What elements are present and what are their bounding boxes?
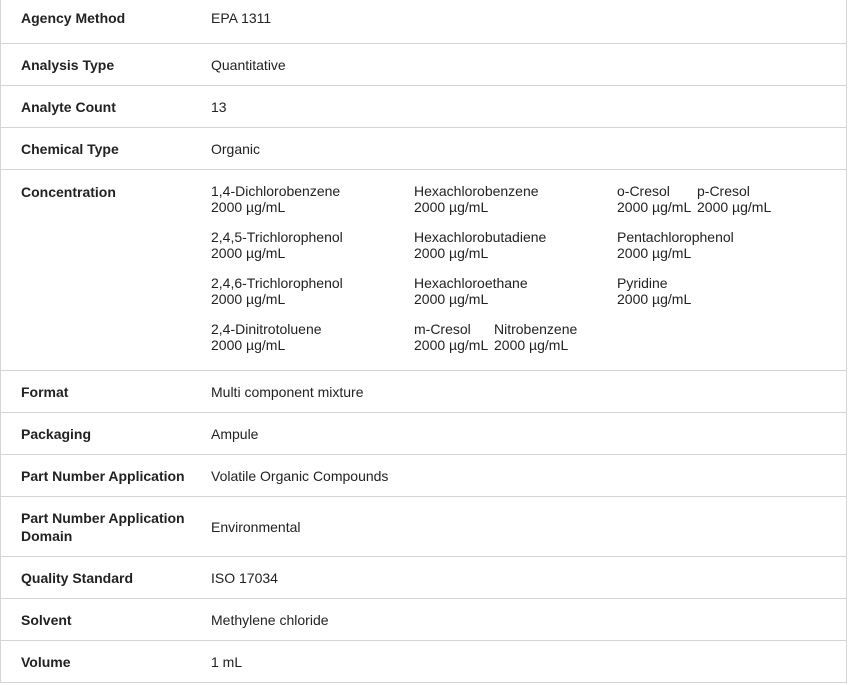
analyte-name: 2,4,6-Trichlorophenol <box>211 275 343 291</box>
analyte-item: Pentachlorophenol 2000 µg/mL <box>617 229 734 261</box>
spec-label: Concentration <box>21 184 116 200</box>
analyte-amount: 2000 µg/mL <box>617 291 692 307</box>
spec-label: Part Number Application <box>21 467 185 484</box>
analyte-name: Pyridine <box>617 275 668 291</box>
spec-value: ISO 17034 <box>211 569 278 586</box>
spec-value: Methylene chloride <box>211 611 329 628</box>
analyte-name: o-Cresol <box>617 183 670 199</box>
analyte-amount: 2000 µg/mL <box>617 199 692 215</box>
analyte-amount: 2000 µg/mL <box>617 245 692 261</box>
analyte-item: Hexachlorobenzene 2000 µg/mL <box>414 183 539 215</box>
analyte-name: 1,4-Dichlorobenzene <box>211 183 341 199</box>
analyte-item: Pyridine 2000 µg/mL <box>617 275 691 307</box>
analyte-amount: 2000 µg/mL <box>211 245 286 261</box>
analyte-amount: 2000 µg/mL <box>414 337 489 353</box>
spec-row-packaging: Packaging Ampule <box>1 412 846 454</box>
analyte-item: 2,4,6-Trichlorophenol 2000 µg/mL <box>211 275 343 307</box>
spec-value: EPA 1311 <box>211 10 272 26</box>
analyte-item: 2,4,5-Trichlorophenol 2000 µg/mL <box>211 229 343 261</box>
spec-label: Analysis Type <box>21 56 115 73</box>
specifications-table: Agency Method EPA 1311 Analysis Type Qua… <box>0 0 847 683</box>
spec-value: Ampule <box>211 425 259 442</box>
spec-label: Quality Standard <box>21 569 134 586</box>
spec-row-concentration: Concentration 1,4-Dichlorobenzene 2000 µg… <box>1 169 846 370</box>
spec-value: Volatile Organic Compounds <box>211 467 389 484</box>
spec-value: Organic <box>211 140 261 157</box>
analyte-amount: 2000 µg/mL <box>211 291 286 307</box>
analyte-amount: 2000 µg/mL <box>414 245 489 261</box>
analyte-name: Hexachloroethane <box>414 275 528 291</box>
spec-value: Quantitative <box>211 56 286 73</box>
spec-row-chemical-type: Chemical Type Organic <box>1 127 846 169</box>
spec-row-part-number-application: Part Number Application Volatile Organic… <box>1 454 846 496</box>
analyte-amount: 2000 µg/mL <box>414 199 489 215</box>
spec-value: Multi component mixture <box>211 383 364 400</box>
analyte-item: Hexachloroethane 2000 µg/mL <box>414 275 528 307</box>
spec-value: 1 mL <box>211 653 243 670</box>
analyte-item: p-Cresol 2000 µg/mL <box>697 183 771 215</box>
analyte-name: Hexachlorobenzene <box>414 183 539 199</box>
analyte-item: m-Cresol 2000 µg/mL <box>414 321 488 353</box>
analyte-name: Nitrobenzene <box>494 321 578 337</box>
analyte-item: 2,4-Dinitrotoluene 2000 µg/mL <box>211 321 322 353</box>
spec-label: Agency Method <box>21 10 126 26</box>
spec-value: 13 <box>211 98 227 115</box>
spec-label: Packaging <box>21 425 92 442</box>
analyte-name: m-Cresol <box>414 321 471 337</box>
spec-row-format: Format Multi component mixture <box>1 370 846 412</box>
analyte-amount: 2000 µg/mL <box>697 199 772 215</box>
analyte-name: 2,4,5-Trichlorophenol <box>211 229 343 245</box>
spec-label: Solvent <box>21 611 72 628</box>
spec-row-analysis-type: Analysis Type Quantitative <box>1 43 846 85</box>
analyte-amount: 2000 µg/mL <box>494 337 569 353</box>
spec-label: Analyte Count <box>21 98 116 115</box>
spec-row-agency-method: Agency Method EPA 1311 <box>1 0 846 43</box>
analyte-amount: 2000 µg/mL <box>211 337 286 353</box>
concentration-grid: 1,4-Dichlorobenzene 2000 µg/mL Hexachloro… <box>211 170 846 371</box>
spec-row-analyte-count: Analyte Count 13 <box>1 85 846 127</box>
analyte-name: p-Cresol <box>697 183 750 199</box>
spec-label: Part Number Application Domain <box>21 509 185 544</box>
analyte-amount: 2000 µg/mL <box>414 291 489 307</box>
spec-row-solvent: Solvent Methylene chloride <box>1 598 846 640</box>
spec-row-volume: Volume 1 mL <box>1 640 846 682</box>
analyte-name: 2,4-Dinitrotoluene <box>211 321 322 337</box>
analyte-name: Pentachlorophenol <box>617 229 734 245</box>
spec-value: Environmental <box>211 518 301 535</box>
analyte-item: Nitrobenzene 2000 µg/mL <box>494 321 577 353</box>
spec-label: Format <box>21 383 69 400</box>
analyte-name: Hexachlorobutadiene <box>414 229 547 245</box>
spec-row-quality-standard: Quality Standard ISO 17034 <box>1 556 846 598</box>
spec-label: Volume <box>21 653 71 670</box>
analyte-item: Hexachlorobutadiene 2000 µg/mL <box>414 229 546 261</box>
analyte-item: 1,4-Dichlorobenzene 2000 µg/mL <box>211 183 340 215</box>
spec-label: Chemical Type <box>21 140 119 157</box>
spec-row-part-number-application-domain: Part Number Application Domain Environme… <box>1 496 846 556</box>
analyte-item: o-Cresol 2000 µg/mL <box>617 183 691 215</box>
analyte-amount: 2000 µg/mL <box>211 199 286 215</box>
